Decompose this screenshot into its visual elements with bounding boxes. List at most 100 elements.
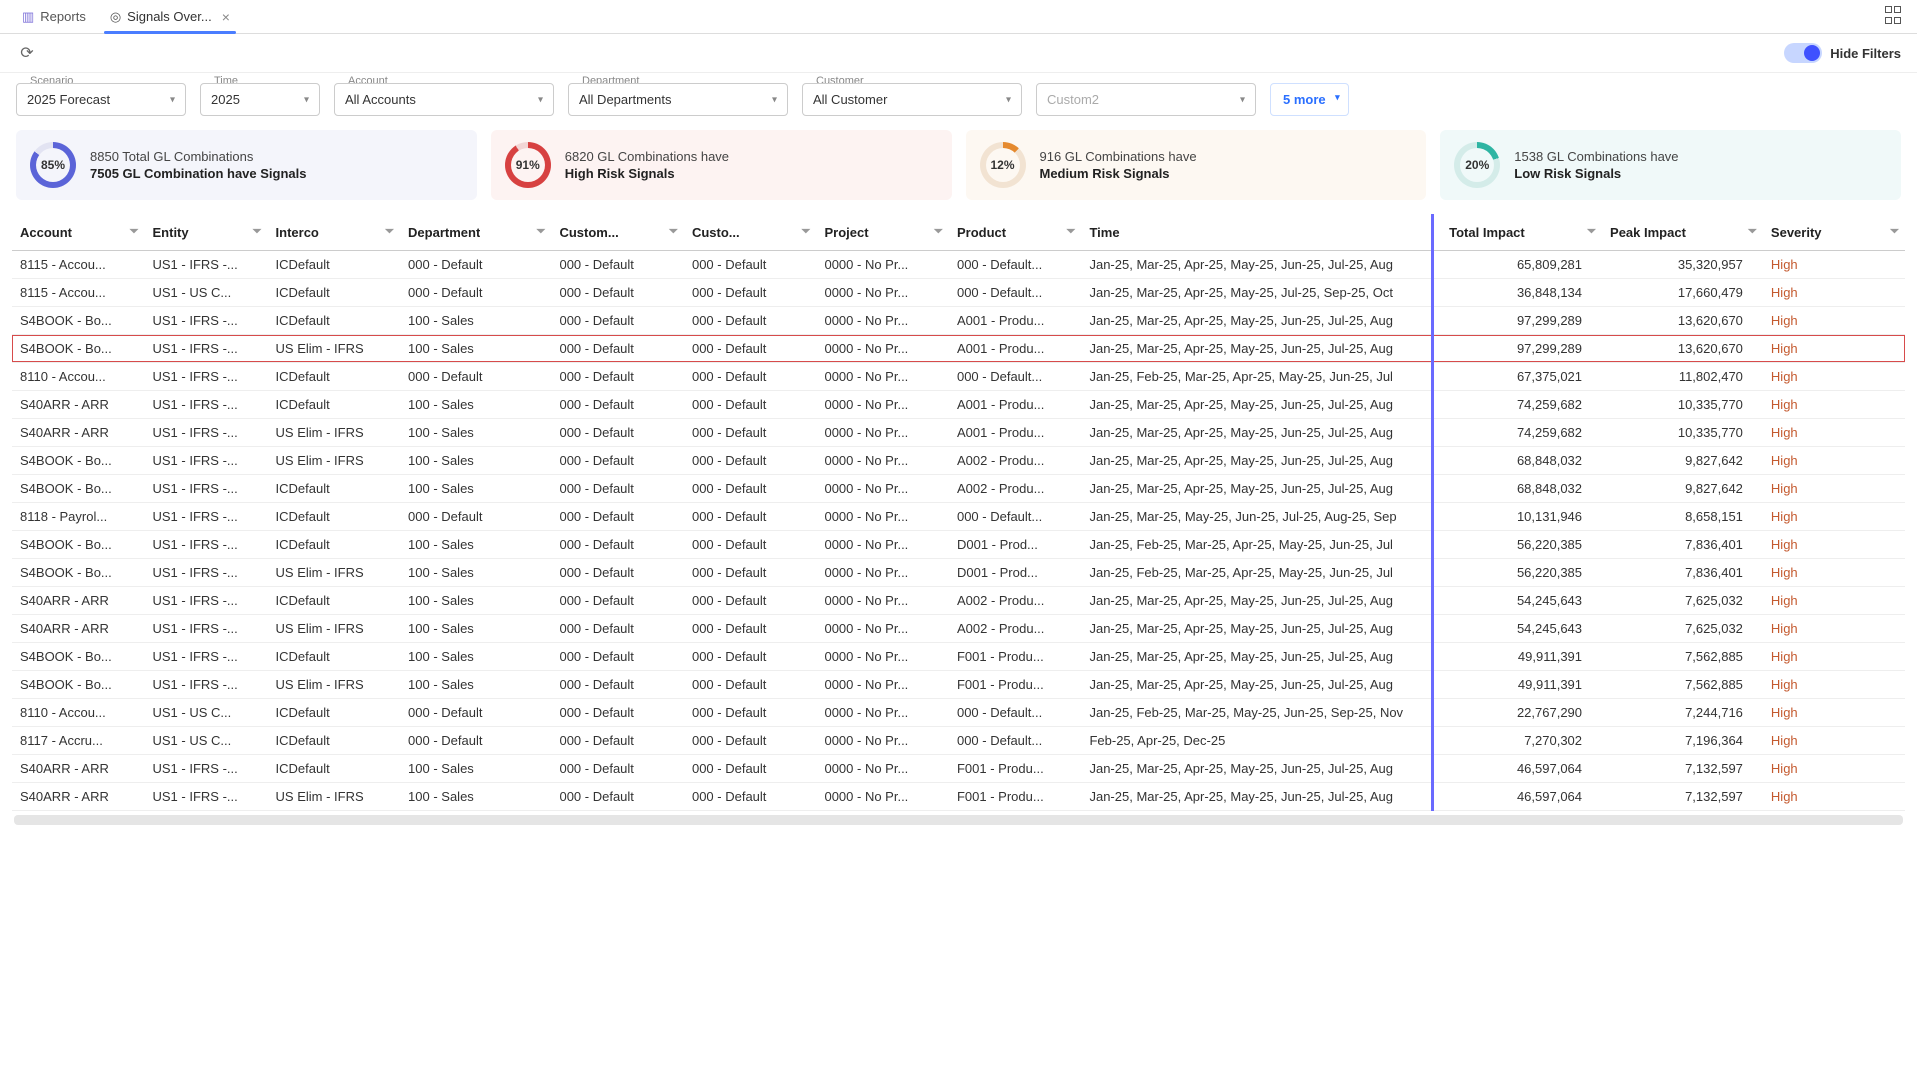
collapse-panels-button[interactable] xyxy=(1885,6,1905,26)
filter-department-select[interactable]: All Departments xyxy=(568,83,788,116)
table-cell: S4BOOK - Bo... xyxy=(12,643,145,671)
table-cell: 000 - Default xyxy=(684,671,817,699)
table-cell: Jan-25, Mar-25, Apr-25, May-25, Jun-25, … xyxy=(1081,447,1441,475)
kpi-high-line2: High Risk Signals xyxy=(565,166,729,181)
table-row[interactable]: S4BOOK - Bo...US1 - IFRS -...ICDefault10… xyxy=(12,475,1905,503)
filter-time: Time 2025 xyxy=(200,83,320,116)
table-row[interactable]: S4BOOK - Bo...US1 - IFRS -...US Elim - I… xyxy=(12,335,1905,363)
filter-icon[interactable]: ⏷ xyxy=(385,226,394,239)
column-header[interactable]: Custom...⏷ xyxy=(551,214,684,251)
filter-icon[interactable]: ⏷ xyxy=(1748,226,1757,239)
table-cell: 000 - Default xyxy=(684,783,817,811)
table-cell: US1 - IFRS -... xyxy=(145,307,268,335)
table-cell: High xyxy=(1763,643,1905,671)
filter-customer-select[interactable]: All Customer xyxy=(802,83,1022,116)
kpi-med-donut: 12% xyxy=(980,142,1026,188)
refresh-button[interactable]: ⟳ xyxy=(16,42,38,64)
more-filters-button[interactable]: 5 more xyxy=(1270,83,1349,116)
table-cell: 000 - Default xyxy=(551,419,684,447)
filter-icon[interactable]: ⏷ xyxy=(1890,226,1899,239)
table-row[interactable]: S40ARR - ARRUS1 - IFRS -...US Elim - IFR… xyxy=(12,419,1905,447)
table-cell: 7,625,032 xyxy=(1602,587,1763,615)
signals-table: Account⏷Entity⏷Interco⏷Department⏷Custom… xyxy=(12,214,1905,811)
table-row[interactable]: S4BOOK - Bo...US1 - IFRS -...ICDefault10… xyxy=(12,643,1905,671)
filter-icon[interactable]: ⏷ xyxy=(1067,226,1076,239)
filter-icon[interactable]: ⏷ xyxy=(253,226,262,239)
column-header[interactable]: Total Impact⏷ xyxy=(1441,214,1602,251)
table-row[interactable]: S4BOOK - Bo...US1 - IFRS -...ICDefault10… xyxy=(12,531,1905,559)
table-cell: 35,320,957 xyxy=(1602,251,1763,279)
column-header[interactable]: Severity⏷ xyxy=(1763,214,1905,251)
filter-icon[interactable]: ⏷ xyxy=(669,226,678,239)
table-cell: High xyxy=(1763,447,1905,475)
table-cell: US Elim - IFRS xyxy=(268,783,401,811)
column-header[interactable]: Product⏷ xyxy=(949,214,1082,251)
filter-scenario-select[interactable]: 2025 Forecast xyxy=(16,83,186,116)
filter-icon[interactable]: ⏷ xyxy=(802,226,811,239)
horizontal-scrollbar[interactable] xyxy=(14,815,1903,825)
column-header[interactable]: Account⏷ xyxy=(12,214,145,251)
table-row[interactable]: 8115 - Accou...US1 - US C...ICDefault000… xyxy=(12,279,1905,307)
filter-icon[interactable]: ⏷ xyxy=(1587,226,1596,239)
table-row[interactable]: S40ARR - ARRUS1 - IFRS -...ICDefault100 … xyxy=(12,587,1905,615)
column-header-label: Peak Impact xyxy=(1610,225,1686,240)
column-header[interactable]: Peak Impact ⏷ xyxy=(1602,214,1763,251)
table-cell: S40ARR - ARR xyxy=(12,391,145,419)
column-header[interactable]: Department⏷ xyxy=(400,214,551,251)
table-cell: Jan-25, Mar-25, Apr-25, May-25, Jul-25, … xyxy=(1081,279,1441,307)
column-header[interactable]: Entity⏷ xyxy=(145,214,268,251)
table-cell: 000 - Default xyxy=(551,447,684,475)
filter-account-select[interactable]: All Accounts xyxy=(334,83,554,116)
table-cell: 100 - Sales xyxy=(400,419,551,447)
table-row[interactable]: S40ARR - ARRUS1 - IFRS -...US Elim - IFR… xyxy=(12,615,1905,643)
kpi-low-line2: Low Risk Signals xyxy=(1514,166,1678,181)
table-cell: A002 - Produ... xyxy=(949,615,1082,643)
table-cell: 0000 - No Pr... xyxy=(816,559,949,587)
column-header[interactable]: Interco⏷ xyxy=(268,214,401,251)
table-row[interactable]: 8110 - Accou...US1 - US C...ICDefault000… xyxy=(12,699,1905,727)
table-row[interactable]: 8117 - Accru...US1 - US C...ICDefault000… xyxy=(12,727,1905,755)
table-row[interactable]: S4BOOK - Bo...US1 - IFRS -...US Elim - I… xyxy=(12,559,1905,587)
filter-time-select[interactable]: 2025 xyxy=(200,83,320,116)
table-cell: US Elim - IFRS xyxy=(268,419,401,447)
table-row[interactable]: S40ARR - ARRUS1 - IFRS -...ICDefault100 … xyxy=(12,755,1905,783)
table-cell: 000 - Default xyxy=(684,587,817,615)
table-cell: S4BOOK - Bo... xyxy=(12,531,145,559)
table-cell: 000 - Default xyxy=(551,279,684,307)
table-cell: US1 - IFRS -... xyxy=(145,755,268,783)
column-header[interactable]: Time xyxy=(1081,214,1441,251)
table-cell: 000 - Default... xyxy=(949,503,1082,531)
filter-icon[interactable]: ⏷ xyxy=(537,226,546,239)
kpi-row: 85% 8850 Total GL Combinations 7505 GL C… xyxy=(0,130,1917,214)
filter-custom2-select[interactable]: Custom2 xyxy=(1036,83,1256,116)
kpi-med-pct: 12% xyxy=(990,158,1014,172)
table-row[interactable]: S4BOOK - Bo...US1 - IFRS -...US Elim - I… xyxy=(12,671,1905,699)
table-row[interactable]: S40ARR - ARRUS1 - IFRS -...ICDefault100 … xyxy=(12,391,1905,419)
table-cell: A002 - Produ... xyxy=(949,587,1082,615)
table-row[interactable]: 8110 - Accou...US1 - IFRS -...ICDefault0… xyxy=(12,363,1905,391)
column-header[interactable]: Project⏷ xyxy=(816,214,949,251)
table-cell: ICDefault xyxy=(268,587,401,615)
table-row[interactable]: 8115 - Accou...US1 - IFRS -...ICDefault0… xyxy=(12,251,1905,279)
table-row[interactable]: 8118 - Payrol...US1 - IFRS -...ICDefault… xyxy=(12,503,1905,531)
table-cell: 000 - Default xyxy=(551,727,684,755)
table-cell: US1 - IFRS -... xyxy=(145,559,268,587)
kpi-low-risk: 20% 1538 GL Combinations have Low Risk S… xyxy=(1440,130,1901,200)
tab-signals-overview[interactable]: ◎ Signals Over... × xyxy=(98,0,242,33)
table-cell: ICDefault xyxy=(268,307,401,335)
table-row[interactable]: S4BOOK - Bo...US1 - IFRS -...US Elim - I… xyxy=(12,447,1905,475)
hide-filters-toggle[interactable] xyxy=(1784,43,1822,63)
tab-reports[interactable]: ▥ Reports xyxy=(10,0,98,33)
column-header[interactable]: Custo...⏷ xyxy=(684,214,817,251)
filter-icon[interactable]: ⏷ xyxy=(934,226,943,239)
table-cell: ICDefault xyxy=(268,363,401,391)
close-icon[interactable]: × xyxy=(222,9,230,25)
table-cell: 100 - Sales xyxy=(400,447,551,475)
table-cell: 0000 - No Pr... xyxy=(816,727,949,755)
table-cell: US1 - IFRS -... xyxy=(145,419,268,447)
table-row[interactable]: S40ARR - ARRUS1 - IFRS -...US Elim - IFR… xyxy=(12,783,1905,811)
table-cell: 100 - Sales xyxy=(400,783,551,811)
filter-icon[interactable]: ⏷ xyxy=(130,226,139,239)
table-cell: 0000 - No Pr... xyxy=(816,251,949,279)
table-row[interactable]: S4BOOK - Bo...US1 - IFRS -...ICDefault10… xyxy=(12,307,1905,335)
